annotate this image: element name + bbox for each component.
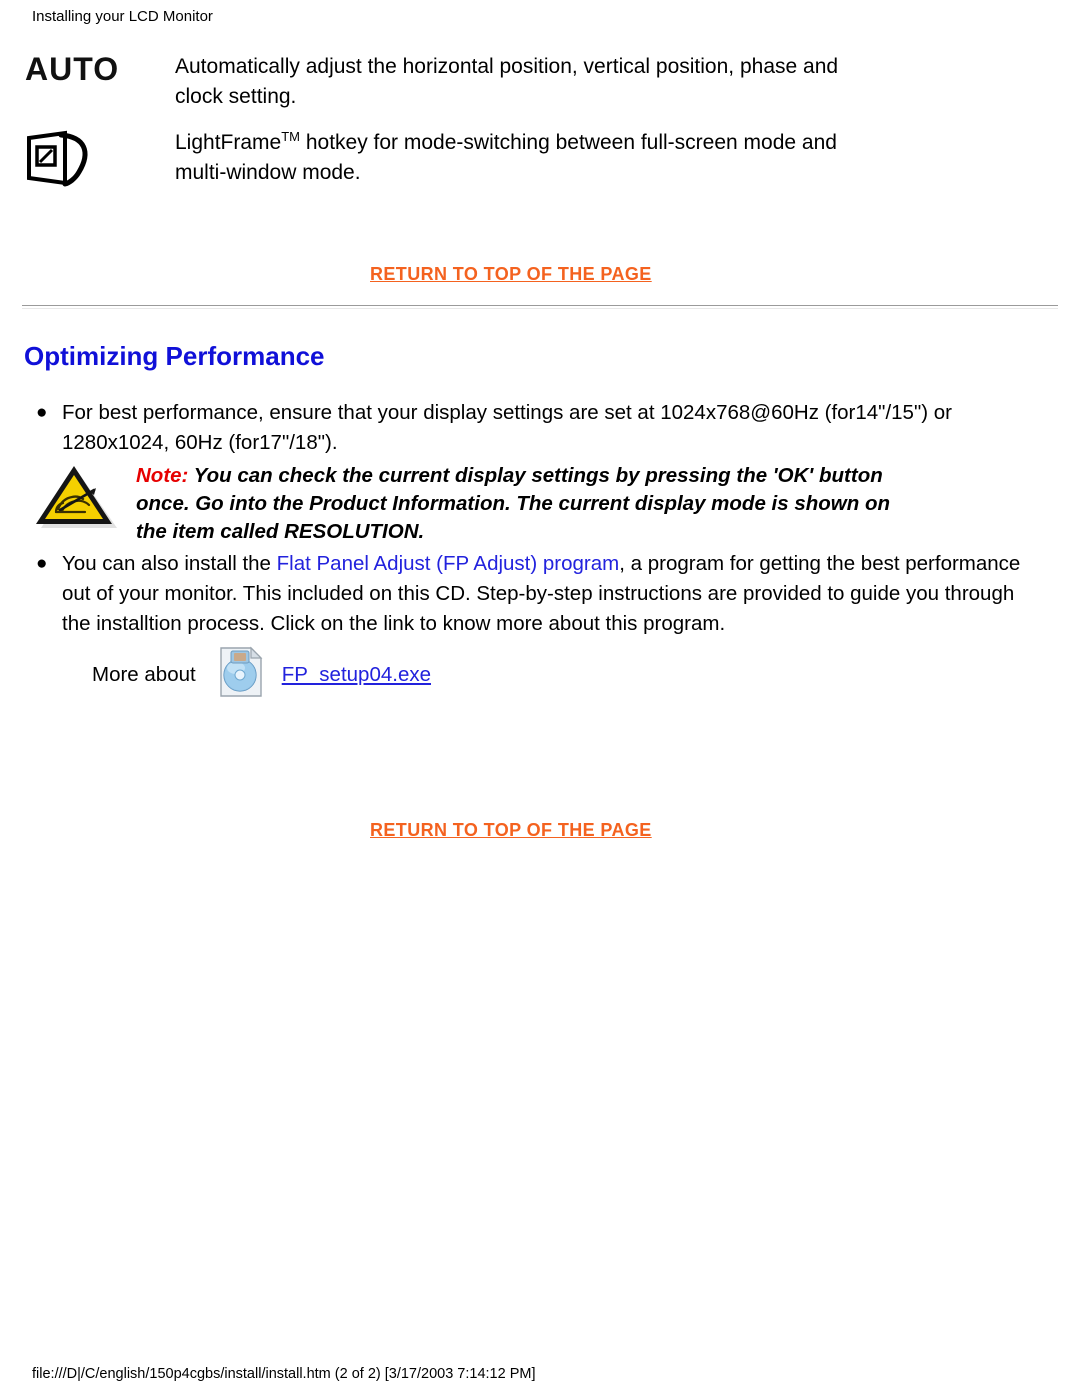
more-about-label: More about [92,662,196,686]
bullet-marker-icon: ● [36,553,48,574]
note-label: Note: [136,464,189,487]
fp-setup-exe-link[interactable]: FP_setup04.exe [282,663,431,687]
lightframe-text-pre: LightFrame [175,131,282,154]
note-text: Note: You can check the current display … [136,462,926,546]
note-callout: Note: You can check the current display … [18,462,926,546]
feature-row-auto: AUTO Automatically adjust the horizontal… [0,52,875,112]
list-item-text: For best performance, ensure that your d… [62,401,952,454]
return-to-top-link-upper[interactable]: RETURN TO TOP OF THE PAGE [370,264,652,285]
auto-feature-description: Automatically adjust the horizontal posi… [175,55,839,108]
bullet-marker-icon: ● [36,402,48,423]
list-item-text: You can also install the Flat Panel Adju… [62,549,1022,639]
auto-text-icon: AUTO [25,51,120,87]
section-divider [22,305,1058,309]
lightframe-feature-description: LightFrameTM hotkey for mode-switching b… [175,128,875,188]
page-title: Optimizing Performance [24,341,325,371]
lightframe-icon [27,130,88,187]
feature-row-lightframe: LightFrameTM hotkey for mode-switching b… [0,128,875,190]
fp-adjust-program-link[interactable]: Flat Panel Adjust (FP Adjust) program [277,552,620,575]
warning-triangle-icon [36,466,117,528]
page-header-title: Installing your LCD Monitor [32,8,213,25]
list-item-display-settings: ● For best performance, ensure that your… [36,398,1036,458]
lightframe-icon-cell [0,128,175,190]
return-to-top-link-lower[interactable]: RETURN TO TOP OF THE PAGE [370,820,652,841]
note-body: You can check the current display settin… [136,464,890,543]
list-item-text-pre: You can also install the [62,552,277,575]
auto-icon-cell: AUTO [0,52,175,86]
page-footer-path: file:///D|/C/english/150p4cgbs/install/i… [32,1366,536,1382]
trademark-mark: TM [281,129,300,144]
cd-disc-icon[interactable] [218,646,264,698]
more-about-row: More about FP_setup04.exe [92,646,431,703]
warning-icon-cell [18,462,136,537]
list-item-fp-adjust: ● You can also install the Flat Panel Ad… [36,549,1036,639]
cd-icon-wrap [218,646,264,703]
